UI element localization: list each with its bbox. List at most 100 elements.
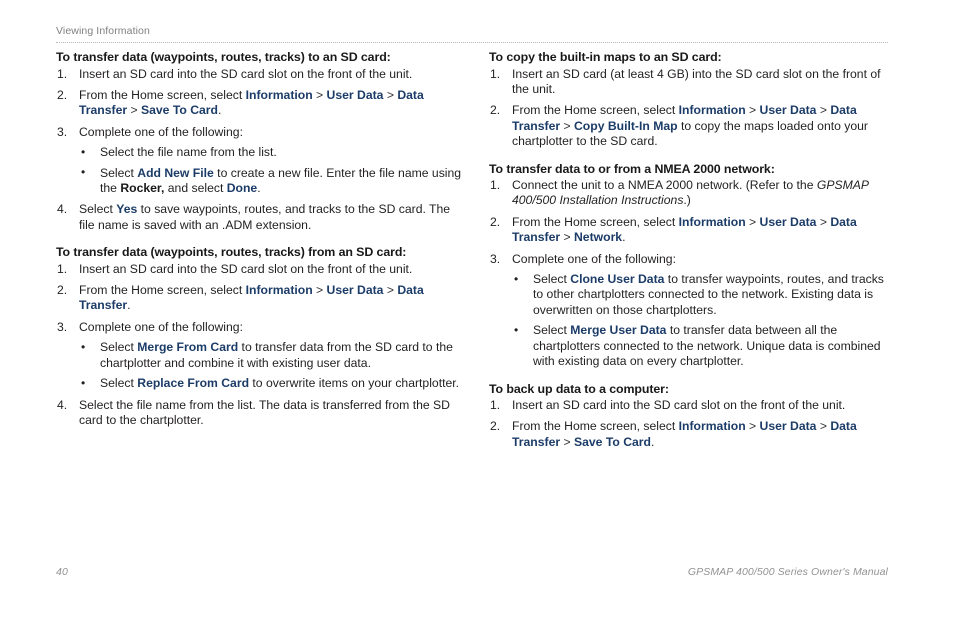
ui-label: Merge From Card: [137, 340, 239, 355]
step-number: 2.: [490, 103, 501, 118]
menu-path-chevron: >: [383, 283, 398, 298]
step-item: 2. From the Home screen, select Informati…: [56, 88, 463, 119]
ui-label: User Data: [759, 419, 817, 434]
bullet-glyph-icon: •: [81, 339, 86, 354]
ui-label: Copy Built-In Map: [574, 118, 678, 133]
step-text: Complete one of the following:: [79, 125, 243, 139]
bullet-glyph-icon: •: [81, 165, 86, 180]
step-item: 2. From the Home screen, select Informati…: [489, 419, 896, 450]
menu-path-chevron: >: [745, 419, 760, 434]
bullet-text: Select Clone User Data to transfer waypo…: [533, 272, 884, 317]
body-text: Complete one of the following:: [79, 124, 243, 139]
body-text: From the Home screen, select: [512, 214, 679, 229]
hardware-key-label: Rocker,: [120, 180, 165, 195]
step-text: Complete one of the following:: [79, 320, 243, 334]
ui-label: Information: [245, 87, 313, 102]
body-text: From the Home screen, select: [512, 419, 679, 434]
menu-path-chevron: >: [816, 103, 831, 118]
left-column: To transfer data (waypoints, routes, tra…: [56, 50, 463, 450]
section-heading: To transfer data (waypoints, routes, tra…: [56, 245, 407, 260]
step-number: 4.: [57, 397, 68, 412]
ui-label: Yes: [116, 202, 138, 217]
step-text: Connect the unit to a NMEA 2000 network.…: [512, 178, 869, 207]
bullet-item: • Select Clone User Data to transfer wayp…: [512, 272, 896, 318]
step-text: Complete one of the following:: [512, 252, 676, 266]
ui-label: User Data: [759, 103, 817, 118]
menu-path-chevron: >: [560, 230, 574, 245]
body-text: From the Home screen, select: [79, 283, 246, 298]
body-text: Insert an SD card into the SD card slot …: [79, 261, 413, 276]
step-text: From the Home screen, select Information…: [79, 88, 424, 117]
bullet-glyph-icon: •: [81, 375, 86, 390]
body-text: From the Home screen, select: [79, 87, 246, 102]
body-text: .: [218, 103, 222, 118]
bullet-text: Select Add New File to create a new file…: [100, 166, 461, 195]
menu-path-chevron: >: [383, 87, 398, 102]
step-number: 2.: [490, 419, 501, 434]
step-number: 4.: [57, 202, 68, 217]
body-text: .: [622, 230, 626, 245]
ui-label: Information: [678, 214, 746, 229]
step-number: 3.: [57, 124, 68, 139]
bullet-glyph-icon: •: [81, 144, 86, 159]
body-text: and select: [164, 180, 227, 195]
step-number: 2.: [57, 283, 68, 298]
bullet-item: • Select Replace From Card to overwrite i…: [79, 376, 463, 391]
step-text: From the Home screen, select Information…: [512, 103, 868, 148]
menu-path-chevron: >: [560, 118, 574, 133]
instruction-section: To transfer data (waypoints, routes, tra…: [56, 245, 463, 428]
ui-label: Information: [245, 283, 313, 298]
step-number: 1.: [57, 261, 68, 276]
step-list: 1. Insert an SD card into the SD card slo…: [489, 398, 896, 450]
step-text: Select Yes to save waypoints, routes, an…: [79, 202, 450, 231]
menu-path-chevron: >: [745, 214, 760, 229]
menu-path-chevron: >: [816, 214, 831, 229]
bullet-text: Select Merge From Card to transfer data …: [100, 340, 453, 369]
menu-path-chevron: >: [745, 103, 760, 118]
instruction-section: To transfer data to or from a NMEA 2000 …: [489, 162, 896, 370]
ui-label: User Data: [759, 214, 817, 229]
body-text: Select: [79, 202, 117, 217]
bullet-glyph-icon: •: [514, 322, 519, 337]
step-text: Select the file name from the list. The …: [79, 398, 450, 427]
step-item: 3. Complete one of the following: • Select …: [56, 125, 463, 197]
body-text: Select: [533, 323, 571, 338]
step-item: 2. From the Home screen, select Informati…: [56, 283, 463, 314]
step-number: 2.: [57, 87, 68, 102]
bullet-item: • Select Merge From Card to transfer data…: [79, 340, 463, 371]
step-list: 1. Connect the unit to a NMEA 2000 networ…: [489, 178, 896, 369]
header-divider: [56, 42, 888, 43]
body-text: Insert an SD card into the SD card slot …: [79, 66, 413, 81]
step-text: Insert an SD card into the SD card slot …: [512, 398, 845, 412]
step-item: 1. Connect the unit to a NMEA 2000 networ…: [489, 178, 896, 209]
step-text: Insert an SD card into the SD card slot …: [79, 67, 412, 81]
step-number: 2.: [490, 214, 501, 229]
step-item: 1. Insert an SD card (at least 4 GB) into…: [489, 67, 896, 98]
manual-page: Viewing Information To transfer data (wa…: [0, 0, 954, 618]
body-text: to overwrite items on your chartplotter.: [249, 376, 460, 391]
ui-label: Merge User Data: [570, 323, 667, 338]
bullet-text: Select Merge User Data to transfer data …: [533, 323, 881, 368]
body-columns: To transfer data (waypoints, routes, tra…: [56, 50, 896, 450]
ui-label: Save To Card: [141, 103, 218, 118]
body-text: Insert an SD card into the SD card slot …: [512, 398, 846, 412]
body-text: Select the file name from the list. The …: [79, 397, 450, 427]
step-item: 2. From the Home screen, select Informati…: [489, 103, 896, 149]
body-text: From the Home screen, select: [512, 103, 679, 118]
step-text: Insert an SD card into the SD card slot …: [79, 262, 412, 276]
ui-label: Replace From Card: [137, 376, 250, 391]
body-text: .): [683, 193, 691, 208]
step-item: 1. Insert an SD card into the SD card slo…: [56, 67, 463, 82]
step-number: 3.: [490, 251, 501, 266]
page-footer: 40 GPSMAP 400/500 Series Owner's Manual: [56, 566, 888, 578]
ui-label: Information: [678, 103, 746, 118]
step-list: 1. Insert an SD card (at least 4 GB) into…: [489, 67, 896, 150]
ui-label: Clone User Data: [570, 272, 665, 287]
step-list: 1. Insert an SD card into the SD card slo…: [56, 262, 463, 429]
step-item: 4. Select the file name from the list. Th…: [56, 398, 463, 429]
step-number: 1.: [490, 178, 501, 193]
running-header-title: Viewing Information: [56, 25, 150, 37]
ui-label: User Data: [326, 283, 384, 298]
menu-path-chevron: >: [312, 283, 327, 298]
bullet-text: Select the file name from the list.: [100, 145, 277, 159]
